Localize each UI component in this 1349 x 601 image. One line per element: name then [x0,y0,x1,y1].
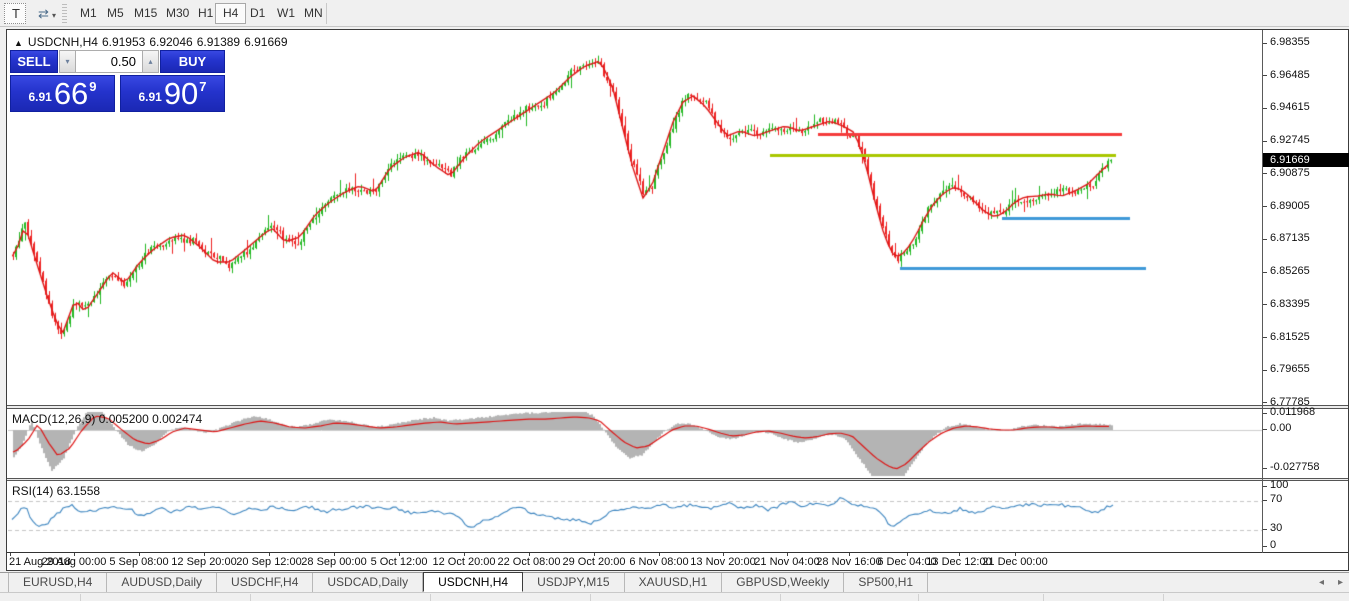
time-axis-label: 12 Oct 20:00 [433,556,496,568]
price-axis-label: 6.79655 [1270,363,1310,375]
price-axis-label: 6.89005 [1270,200,1310,212]
cursor-tool-button[interactable]: ⇄▾ [30,3,64,24]
toolbar: T ⇄▾ M1 M5 M15 M30 H1 H4 D1 W1 MN [0,0,1349,27]
indicator-axis-tick [1263,413,1267,414]
price-axis-label: 6.92745 [1270,134,1310,146]
price-axis-label: 6.83395 [1270,298,1310,310]
indicator-axis-tick [1263,500,1267,501]
one-click-trade-panel: SELL ▾ ▴ BUY 6.91 66 9 6.91 90 7 [10,50,225,112]
pane-separator-macd[interactable] [7,405,1348,409]
price-axis-label: 6.98355 [1270,36,1310,48]
price-axis-tick [1263,402,1267,403]
indicator-axis-tick [1263,486,1267,487]
chevron-down-icon: ▾ [52,11,56,20]
buy-price-sup: 7 [199,79,206,94]
price-axis-tick [1263,272,1267,273]
price-axis-label: 6.90875 [1270,167,1310,179]
rsi-label: RSI(14) 63.1558 [12,484,100,498]
indicator-axis-label: 0.00 [1270,422,1291,434]
buy-price-tile[interactable]: 6.91 90 7 [120,75,225,112]
indicator-axis-label: 0 [1270,539,1276,551]
sell-price-big: 66 [54,80,88,108]
indicator-axis-tick [1263,468,1267,469]
tab-usdcad-daily[interactable]: USDCAD,Daily [313,573,423,592]
toolbar-separator [326,3,327,24]
tab-eurusd-h4[interactable]: EURUSD,H4 [8,573,107,592]
time-axis-label: 5 Oct 12:00 [371,556,428,568]
toolbar-grip [62,4,67,23]
time-axis-label: 28 Sep 00:00 [301,556,366,568]
buy-button[interactable]: BUY [160,50,225,73]
time-axis-label: 13 Nov 20:00 [690,556,755,568]
time-axis-label: 29 Aug 00:00 [42,556,107,568]
macd-label: MACD(12,26,9) 0.005200 0.002474 [12,412,202,426]
price-axis-tick [1263,43,1267,44]
text-tool-button[interactable]: T [4,3,26,24]
tab-usdjpy-m15[interactable]: USDJPY,M15 [523,573,624,592]
status-bar [0,592,1349,600]
time-axis-label: 20 Sep 12:00 [236,556,301,568]
chart-title: ▲ USDCNH,H4 6.91953 6.92046 6.91389 6.91669 [14,35,292,49]
time-axis-label: 5 Sep 08:00 [109,556,168,568]
volume-input[interactable] [76,50,142,73]
indicator-axis-label: 30 [1270,522,1282,534]
buy-price-small: 6.91 [138,90,161,104]
sell-button[interactable]: SELL [10,50,58,73]
indicator-axis-tick [1263,529,1267,530]
tab-xauusd-h1[interactable]: XAUUSD,H1 [625,573,723,592]
tab-usdcnh-h4[interactable]: USDCNH,H4 [423,572,523,592]
price-axis-tick [1263,304,1267,305]
time-axis-label: 12 Sep 20:00 [171,556,236,568]
price-axis-label: 6.81525 [1270,331,1310,343]
price-axis-tick [1263,108,1267,109]
current-price-tag: 6.91669 [1263,153,1349,167]
sell-price-sup: 9 [89,79,96,94]
ohlc-low: 6.91389 [197,35,240,49]
price-axis-tick [1263,173,1267,174]
time-axis-label: 22 Oct 08:00 [498,556,561,568]
price-axis-tick [1263,75,1267,76]
time-axis-label: 21 Dec 00:00 [982,556,1047,568]
price-axis-tick [1263,141,1267,142]
chart-tab-bar: EURUSD,H4 AUDUSD,Daily USDCHF,H4 USDCAD,… [0,572,1349,592]
indicator-axis-label: 70 [1270,493,1282,505]
ohlc-close: 6.91669 [244,35,287,49]
price-axis-label: 6.96485 [1270,69,1310,81]
time-axis-label: 28 Nov 16:00 [816,556,881,568]
indicator-axis-label: 100 [1270,479,1288,491]
time-axis-label: 29 Oct 20:00 [563,556,626,568]
collapse-trade-panel-icon[interactable]: ▲ [14,38,23,48]
price-axis-tick [1263,370,1267,371]
time-axis-label: 21 Nov 04:00 [754,556,819,568]
tab-sp500-h1[interactable]: SP500,H1 [844,573,928,592]
ohlc-open: 6.91953 [102,35,145,49]
volume-decrement-button[interactable]: ▾ [59,50,76,73]
pane-separator-rsi[interactable] [7,478,1348,481]
price-axis-label: 6.87135 [1270,232,1310,244]
indicator-axis-label: -0.027758 [1270,461,1320,473]
time-axis-label: 6 Nov 08:00 [629,556,688,568]
price-axis-tick [1263,337,1267,338]
sell-price-tile[interactable]: 6.91 66 9 [10,75,115,112]
price-axis-label: 6.94615 [1270,101,1310,113]
buy-price-big: 90 [164,80,198,108]
tab-scroll-left-icon[interactable]: ◂ [1319,577,1324,588]
indicator-axis-tick [1263,546,1267,547]
chart-symbol: USDCNH,H4 [28,35,98,49]
indicator-axis-tick [1263,429,1267,430]
tab-gbpusd-weekly[interactable]: GBPUSD,Weekly [722,573,844,592]
tab-scroll-right-icon[interactable]: ▸ [1338,577,1343,588]
rsi-indicator-canvas[interactable] [8,482,1262,552]
ohlc-high: 6.92046 [149,35,192,49]
arrows-icon: ⇄ [38,6,49,21]
tab-usdchf-h4[interactable]: USDCHF,H4 [217,573,313,592]
tab-audusd-daily[interactable]: AUDUSD,Daily [107,573,217,592]
volume-increment-button[interactable]: ▴ [142,50,159,73]
price-axis-tick [1263,239,1267,240]
time-axis[interactable]: 21 Aug 201829 Aug 00:005 Sep 08:0012 Sep… [7,553,1263,570]
indicator-axis-label: 0.011968 [1270,406,1315,418]
sell-price-small: 6.91 [28,90,51,104]
price-axis-tick [1263,206,1267,207]
price-axis-label: 6.85265 [1270,265,1310,277]
